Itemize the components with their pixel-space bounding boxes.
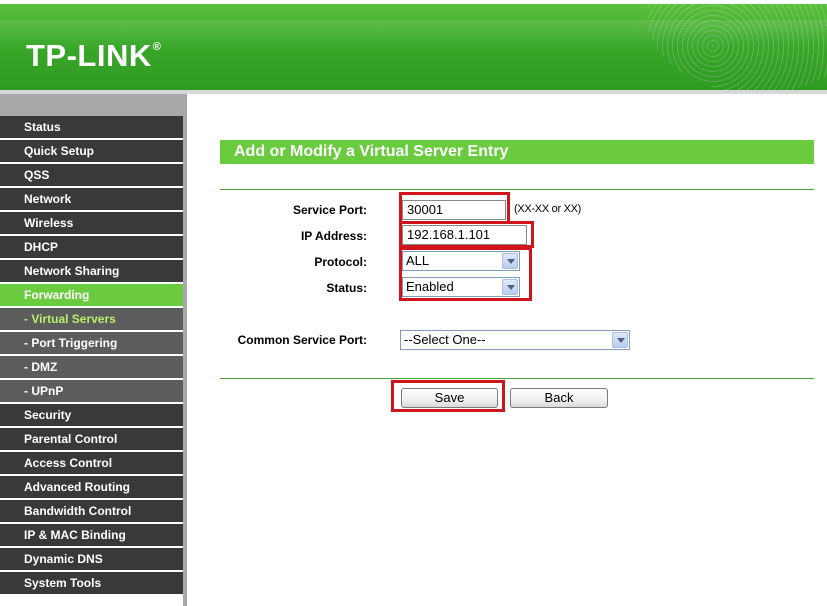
- sidebar-item-access-control[interactable]: Access Control: [0, 452, 183, 476]
- page-title: Add or Modify a Virtual Server Entry: [220, 140, 814, 164]
- sidebar-item-port-triggering[interactable]: - Port Triggering: [0, 332, 183, 356]
- sidebar-item-network-sharing[interactable]: Network Sharing: [0, 260, 183, 284]
- main-panel: Add or Modify a Virtual Server Entry Ser…: [188, 94, 827, 606]
- sidebar-menu: Status Quick Setup QSS Network Wireless …: [0, 116, 183, 596]
- ip-address-label: IP Address:: [300, 229, 367, 243]
- sidebar-item-advanced-routing[interactable]: Advanced Routing: [0, 476, 183, 500]
- common-service-port-label: Common Service Port:: [237, 333, 367, 347]
- header-banner: TP-LINK®: [0, 0, 827, 90]
- sidebar-top-strip: [0, 94, 186, 116]
- sidebar-item-qss[interactable]: QSS: [0, 164, 183, 188]
- divider-top: [220, 189, 814, 190]
- sidebar-item-quick-setup[interactable]: Quick Setup: [0, 140, 183, 164]
- sidebar-right-border: [183, 94, 187, 606]
- sidebar-item-dhcp[interactable]: DHCP: [0, 236, 183, 260]
- sidebar-item-parental-control[interactable]: Parental Control: [0, 428, 183, 452]
- service-port-hint: (XX-XX or XX): [514, 203, 582, 215]
- divider-bottom: [220, 378, 814, 379]
- sidebar-item-dynamic-dns[interactable]: Dynamic DNS: [0, 548, 183, 572]
- sidebar-item-status[interactable]: Status: [0, 116, 183, 140]
- sidebar-item-virtual-servers[interactable]: - Virtual Servers: [0, 308, 183, 332]
- back-button[interactable]: Back: [510, 388, 608, 408]
- protocol-label: Protocol:: [314, 255, 367, 269]
- common-service-port-select[interactable]: --Select One--: [400, 330, 630, 350]
- sidebar-item-network[interactable]: Network: [0, 188, 183, 212]
- sidebar-item-upnp[interactable]: - UPnP: [0, 380, 183, 404]
- sidebar: Status Quick Setup QSS Network Wireless …: [0, 94, 188, 606]
- sidebar-item-ip-mac-binding[interactable]: IP & MAC Binding: [0, 524, 183, 548]
- sidebar-item-system-tools[interactable]: System Tools: [0, 572, 183, 596]
- ip-address-highlight: [399, 221, 534, 248]
- common-service-port-value: --Select One--: [404, 332, 486, 347]
- tp-link-logo: TP-LINK®: [26, 38, 162, 73]
- header-swirl-decoration: [647, 4, 827, 90]
- chevron-down-icon[interactable]: [612, 332, 628, 348]
- status-label: Status:: [326, 281, 367, 295]
- protocol-status-highlight: [399, 247, 532, 301]
- save-button-highlight: [391, 380, 505, 412]
- sidebar-item-wireless[interactable]: Wireless: [0, 212, 183, 236]
- sidebar-item-forwarding[interactable]: Forwarding: [0, 284, 183, 308]
- service-port-highlight: [399, 192, 510, 224]
- sidebar-item-bandwidth-control[interactable]: Bandwidth Control: [0, 500, 183, 524]
- service-port-label: Service Port:: [292, 203, 367, 217]
- sidebar-item-dmz[interactable]: - DMZ: [0, 356, 183, 380]
- sidebar-item-security[interactable]: Security: [0, 404, 183, 428]
